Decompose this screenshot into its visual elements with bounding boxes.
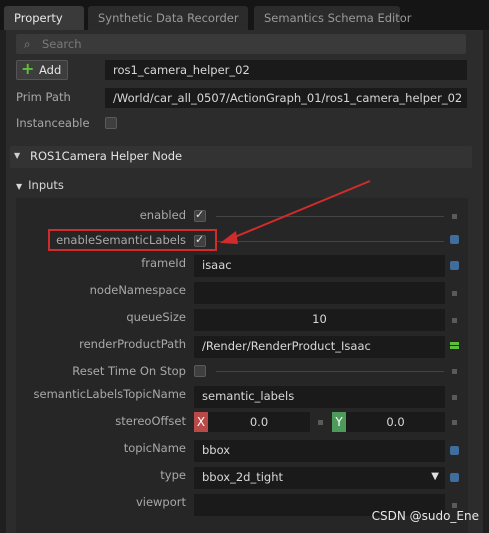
- annotation-arrow: [220, 180, 371, 244]
- watermark-text: CSDN @sudo_Ene: [371, 509, 479, 523]
